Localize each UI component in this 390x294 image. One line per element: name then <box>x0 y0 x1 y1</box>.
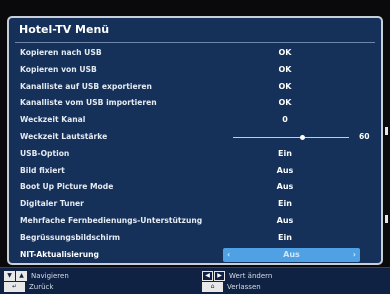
scroll-indicator <box>385 127 388 135</box>
home-icon: ⌂ <box>202 282 224 292</box>
footer-change-value: ◀ ▶ Wert ändern <box>202 271 272 281</box>
menu-item-kanalliste-importieren[interactable]: Kanalliste vom USB importieren OK <box>9 95 381 112</box>
menu-item-mehrfache-fernbedienung[interactable]: Mehrfache Fernbedienungs-Unterstützung A… <box>9 213 381 230</box>
footer-label: Verlassen <box>227 283 261 291</box>
menu-item-label: Kanalliste vom USB importieren <box>20 98 157 108</box>
menu-item-label: Weckzeit Kanal <box>20 115 86 125</box>
back-return-icon: ↵ <box>4 282 26 292</box>
menu-item-value: 0 <box>282 115 288 125</box>
slider-thumb[interactable] <box>300 134 306 140</box>
footer-label: Wert ändern <box>229 272 273 280</box>
menu-title: Hotel-TV Menü <box>19 23 110 36</box>
menu-item-kopieren-von-usb[interactable]: Kopieren von USB OK <box>9 62 381 79</box>
footer-label: Zurück <box>29 283 54 291</box>
menu-item-value: Aus <box>276 165 294 175</box>
menu-item-value: Ein <box>278 232 292 242</box>
menu-item-label: Kopieren von USB <box>20 64 97 74</box>
menu-item-boot-up-picture-mode[interactable]: Boot Up Picture Mode Aus <box>9 179 381 196</box>
menu-item-nit-aktualisierung[interactable]: NIT-Aktualisierung ‹ Aus › <box>9 247 381 263</box>
hotel-tv-menu-panel: Hotel-TV Menü Kopieren nach USB OK Kopie… <box>7 16 383 265</box>
menu-item-label: Kopieren nach USB <box>20 48 102 57</box>
footer-exit: ⌂ Verlassen <box>202 282 261 292</box>
title-divider <box>15 42 375 43</box>
menu-item-value: OK <box>278 64 292 74</box>
menu-item-value: Ein <box>278 148 292 158</box>
volume-slider[interactable] <box>233 134 349 140</box>
menu-item-label: NIT-Aktualisierung <box>20 249 99 259</box>
value-selector[interactable]: ‹ Aus › <box>223 247 360 262</box>
menu-item-label: Digitaler Tuner <box>20 199 84 209</box>
menu-item-kopieren-nach-usb[interactable]: Kopieren nach USB OK <box>9 45 381 62</box>
footer-label: Navigieren <box>31 272 69 280</box>
menu-item-usb-option[interactable]: USB-Option Ein <box>9 146 381 163</box>
menu-item-value: Aus <box>276 215 294 225</box>
chevron-left-icon[interactable]: ‹ <box>227 250 230 259</box>
selected-value: Aus <box>283 249 300 259</box>
menu-item-label: Weckzeit Lautstärke <box>20 131 108 141</box>
menu-item-label: Begrüssungsbildschirm <box>20 232 121 242</box>
menu-item-begruessungsbildschirm[interactable]: Begrüssungsbildschirm Ein <box>9 230 381 247</box>
menu-item-value: OK <box>278 81 292 91</box>
slider-value: 60 <box>359 131 370 141</box>
menu-item-bild-fixiert[interactable]: Bild fixiert Aus <box>9 163 381 180</box>
menu-list: Kopieren nach USB OK Kopieren von USB OK… <box>9 45 381 263</box>
menu-item-weckzeit-lautstaerke[interactable]: Weckzeit Lautstärke 60 <box>9 129 381 146</box>
menu-item-label: Bild fixiert <box>20 165 65 175</box>
footer-back: ↵ Zurück <box>4 282 53 292</box>
menu-item-label: Boot Up Picture Mode <box>20 182 114 192</box>
menu-item-label: Kanalliste auf USB exportieren <box>20 81 152 91</box>
left-right-arrow-keys-icon: ◀ ▶ <box>202 271 226 281</box>
footer-navigate: ▼ ▲ Navigieren <box>4 271 69 281</box>
chevron-right-icon[interactable]: › <box>353 250 356 259</box>
menu-item-value: Ein <box>278 199 292 209</box>
menu-item-weckzeit-kanal[interactable]: Weckzeit Kanal 0 <box>9 112 381 129</box>
footer-help-bar: ▼ ▲ Navigieren ↵ Zurück ◀ ▶ Wert ändern ⌂ … <box>0 267 390 294</box>
menu-item-kanalliste-exportieren[interactable]: Kanalliste auf USB exportieren OK <box>9 79 381 96</box>
menu-item-value: OK <box>278 48 292 57</box>
menu-item-digitaler-tuner[interactable]: Digitaler Tuner Ein <box>9 196 381 213</box>
menu-item-value: OK <box>278 98 292 108</box>
scroll-indicator <box>385 215 388 223</box>
menu-item-label: Mehrfache Fernbedienungs-Unterstützung <box>20 215 203 225</box>
menu-item-label: USB-Option <box>20 148 70 158</box>
up-down-arrow-keys-icon: ▼ ▲ <box>4 271 28 281</box>
menu-item-value: Aus <box>276 182 294 192</box>
